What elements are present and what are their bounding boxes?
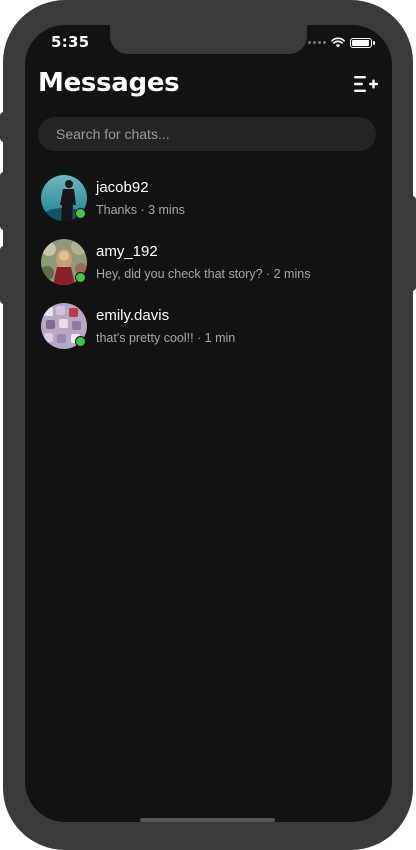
chat-name: amy_192 [96, 243, 158, 260]
silent-switch [0, 112, 8, 142]
notch [110, 25, 307, 54]
page-title: Messages [38, 68, 180, 98]
volume-up-button [0, 172, 8, 230]
status-time: 5:35 [51, 33, 90, 51]
online-indicator [75, 208, 86, 219]
volume-down-button [0, 246, 8, 304]
battery-icon [350, 37, 375, 48]
chat-item-amy_192[interactable]: amy_192 Hey, did you check that story? ·… [25, 236, 392, 300]
chat-name: jacob92 [96, 179, 149, 196]
chat-preview: Thanks · 3 mins [96, 203, 185, 217]
chat-list: jacob92 Thanks · 3 mins amy_192 Hey, did… [25, 172, 392, 364]
chat-item-jacob92[interactable]: jacob92 Thanks · 3 mins [25, 172, 392, 236]
screen: 5:35 Messages Search for chats... jacob9… [25, 25, 392, 822]
online-indicator [75, 272, 86, 283]
chat-preview: Hey, did you check that story? · 2 mins [96, 267, 311, 281]
home-indicator [140, 818, 275, 822]
status-icons [308, 37, 375, 48]
new-message-icon [354, 76, 378, 92]
chat-name: emily.davis [96, 307, 170, 324]
chat-item-emily-davis[interactable]: emily.davis that's pretty cool!! · 1 min [25, 300, 392, 364]
new-message-button[interactable] [354, 75, 378, 93]
power-button [408, 196, 416, 291]
search-input[interactable] [38, 117, 376, 151]
signal-icon [308, 41, 326, 44]
wifi-icon [331, 37, 345, 48]
online-indicator [75, 336, 86, 347]
chat-preview: that's pretty cool!! · 1 min [96, 331, 236, 345]
